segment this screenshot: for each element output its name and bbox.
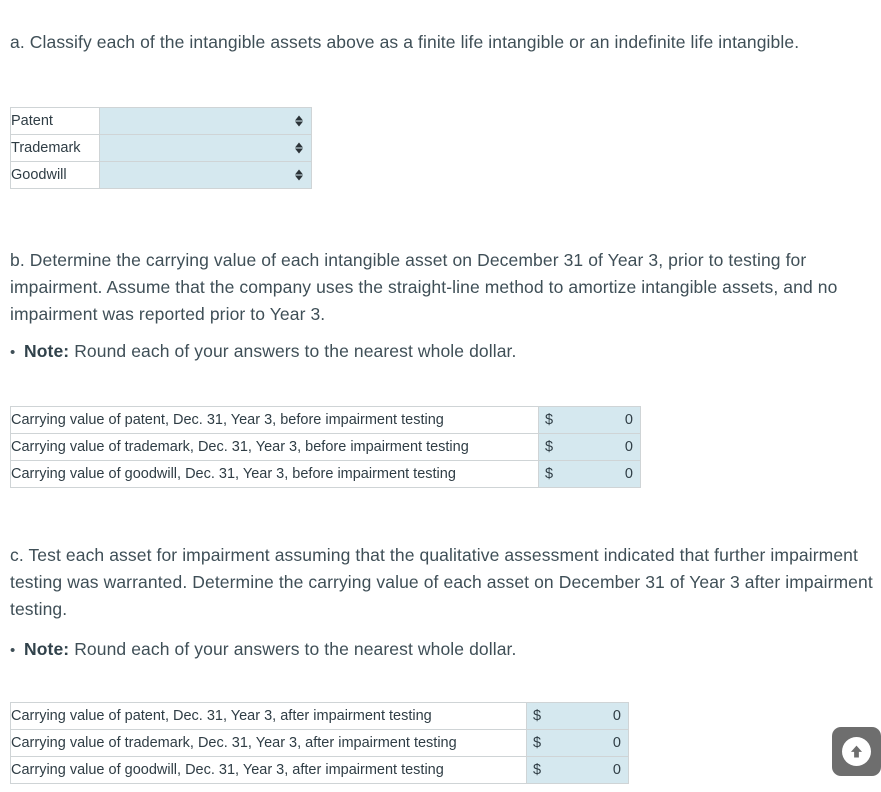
note-label: Note: [24,341,70,361]
chevron-updown-icon [294,141,303,156]
table-row: Carrying value of trademark, Dec. 31, Ye… [10,433,641,461]
classification-select-trademark[interactable] [99,134,312,162]
table-row: Carrying value of trademark, Dec. 31, Ye… [10,729,629,757]
table-row: Carrying value of goodwill, Dec. 31, Yea… [10,756,629,784]
row-label-trademark-after: Carrying value of trademark, Dec. 31, Ye… [10,729,527,757]
table-row: Carrying value of patent, Dec. 31, Year … [10,702,629,730]
value-input-goodwill-after[interactable]: 0 [546,756,629,784]
table-row: Patent [10,107,312,135]
select-box[interactable] [100,136,311,161]
table-row: Trademark [10,134,312,162]
table-row: Goodwill [10,161,312,189]
value-input-goodwill-before[interactable]: 0 [558,460,641,488]
note-label: Note: [24,639,70,659]
currency-symbol: $ [538,460,559,488]
question-page: a. Classify each of the intangible asset… [0,0,881,792]
select-box[interactable] [100,109,311,134]
value-input-trademark-before[interactable]: 0 [558,433,641,461]
part-b-note: • Note: Round each of your answers to the… [10,338,710,366]
carrying-value-after-table: Carrying value of patent, Dec. 31, Year … [10,702,629,784]
row-label-patent-before: Carrying value of patent, Dec. 31, Year … [10,406,539,434]
bullet-icon: • [10,642,16,659]
select-box[interactable] [100,163,311,188]
row-label-patent: Patent [10,107,100,135]
chevron-updown-icon [294,168,303,183]
row-label-patent-after: Carrying value of patent, Dec. 31, Year … [10,702,527,730]
classification-table: Patent Trademark Goodwill [10,107,312,189]
part-c-instruction: c. Test each asset for impairment assumi… [10,544,873,619]
part-a-instruction: a. Classify each of the intangible asset… [10,31,800,52]
part-c-note: • Note: Round each of your answers to the… [10,636,710,664]
value-input-trademark-after[interactable]: 0 [546,729,629,757]
scroll-to-top-button[interactable] [832,727,881,776]
chevron-updown-icon [294,114,303,129]
part-b-instruction: b. Determine the carrying value of each … [10,249,838,324]
arrow-up-circle-icon [842,737,871,766]
row-label-trademark: Trademark [10,134,100,162]
value-input-patent-after[interactable]: 0 [546,702,629,730]
table-row: Carrying value of goodwill, Dec. 31, Yea… [10,460,641,488]
currency-symbol: $ [526,702,547,730]
value-input-patent-before[interactable]: 0 [558,406,641,434]
bullet-icon: • [10,344,16,361]
row-label-goodwill-after: Carrying value of goodwill, Dec. 31, Yea… [10,756,527,784]
note-text: Round each of your answers to the neares… [74,341,517,361]
currency-symbol: $ [526,756,547,784]
classification-select-goodwill[interactable] [99,161,312,189]
table-row: Carrying value of patent, Dec. 31, Year … [10,406,641,434]
row-label-goodwill-before: Carrying value of goodwill, Dec. 31, Yea… [10,460,539,488]
classification-select-patent[interactable] [99,107,312,135]
row-label-goodwill: Goodwill [10,161,100,189]
note-text: Round each of your answers to the neares… [74,639,517,659]
currency-symbol: $ [538,406,559,434]
currency-symbol: $ [538,433,559,461]
carrying-value-before-table: Carrying value of patent, Dec. 31, Year … [10,406,641,488]
row-label-trademark-before: Carrying value of trademark, Dec. 31, Ye… [10,433,539,461]
currency-symbol: $ [526,729,547,757]
